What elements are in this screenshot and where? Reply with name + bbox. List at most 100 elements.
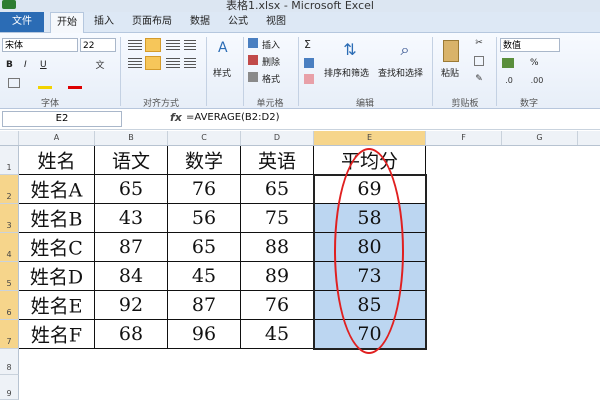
cell-a3[interactable]: 姓名B [19, 204, 95, 233]
wen-phonetic-icon[interactable]: 文 [94, 58, 106, 71]
row-header-6[interactable]: 6 [0, 291, 19, 320]
column-header-d[interactable]: D [241, 131, 314, 145]
column-header-a[interactable]: A [19, 131, 95, 145]
copy-icon[interactable] [474, 56, 484, 66]
cell-a7[interactable]: 姓名F [19, 320, 95, 349]
font-name-box[interactable]: 宋体 [2, 38, 78, 52]
row-header-8[interactable]: 8 [0, 349, 19, 375]
cell-c3[interactable]: 56 [168, 204, 241, 233]
cell-b2[interactable]: 65 [95, 175, 168, 204]
cell-d3[interactable]: 75 [241, 204, 314, 233]
italic-button[interactable]: I [24, 60, 27, 70]
delete-button[interactable]: 删除 [262, 55, 280, 68]
tab-file[interactable]: 文件 [0, 12, 44, 32]
cell-c7[interactable]: 96 [168, 320, 241, 349]
bold-button[interactable]: B [6, 60, 13, 70]
name-box[interactable]: E2 [2, 111, 122, 127]
cell-b1[interactable]: 语文 [95, 146, 168, 175]
tab-insert[interactable]: 插入 [90, 12, 118, 32]
insert-button[interactable]: 插入 [262, 38, 280, 51]
sort-filter-icon[interactable]: ⇅ [340, 40, 360, 62]
align-top-icon[interactable] [128, 40, 142, 50]
format-button[interactable]: 格式 [262, 72, 280, 85]
cell-d2[interactable]: 65 [241, 175, 314, 204]
align-bottom-icon[interactable] [166, 40, 180, 50]
align-center-icon[interactable] [145, 56, 161, 70]
decrease-decimal-icon[interactable]: .00 [530, 76, 544, 85]
cell-b5[interactable]: 84 [95, 262, 168, 291]
cell-b7[interactable]: 68 [95, 320, 168, 349]
cell-a4[interactable]: 姓名C [19, 233, 95, 262]
row-header-5[interactable]: 5 [0, 262, 19, 291]
number-format-box[interactable]: 数值 [500, 38, 560, 52]
row-header-1[interactable]: 1 [0, 146, 19, 175]
cell-a5[interactable]: 姓名D [19, 262, 95, 291]
cell-c4[interactable]: 65 [168, 233, 241, 262]
cell-b3[interactable]: 43 [95, 204, 168, 233]
cell-b4[interactable]: 87 [95, 233, 168, 262]
align-middle-icon[interactable] [145, 38, 161, 52]
styles-button[interactable]: 样式 [213, 66, 231, 79]
merge-icon[interactable] [184, 58, 196, 68]
column-header-g[interactable]: G [502, 131, 578, 145]
formula-input[interactable]: =AVERAGE(B2:D2) [186, 112, 279, 123]
borders-icon[interactable] [8, 78, 20, 88]
cell-d7[interactable]: 45 [241, 320, 314, 349]
cell-b6[interactable]: 92 [95, 291, 168, 320]
tab-formulas[interactable]: 公式 [224, 12, 252, 32]
fill-icon[interactable] [304, 58, 314, 68]
align-right-icon[interactable] [166, 58, 180, 68]
currency-icon[interactable] [502, 58, 514, 68]
cell-d4[interactable]: 88 [241, 233, 314, 262]
insert-function-icon[interactable]: fx [170, 111, 182, 124]
tab-home[interactable]: 开始 [50, 12, 84, 33]
increase-decimal-icon[interactable]: .0 [502, 76, 516, 85]
cell-value: 65 [118, 178, 144, 200]
column-header-e[interactable]: E [314, 131, 426, 145]
cell-c1[interactable]: 数学 [168, 146, 241, 175]
row-header-2[interactable]: 2 [0, 175, 19, 204]
row-header-4[interactable]: 4 [0, 233, 19, 262]
cell-c2[interactable]: 76 [168, 175, 241, 204]
format-painter-icon[interactable]: ✎ [474, 74, 484, 84]
cell-a1[interactable]: 姓名 [19, 146, 95, 175]
cell-d1[interactable]: 英语 [241, 146, 314, 175]
cell-c6[interactable]: 87 [168, 291, 241, 320]
font-color-icon[interactable] [68, 86, 82, 89]
delete-cells-icon[interactable] [248, 55, 258, 65]
clear-icon[interactable] [304, 74, 314, 84]
cell-a2[interactable]: 姓名A [19, 175, 95, 204]
cell-d5[interactable]: 89 [241, 262, 314, 291]
row-header-9[interactable]: 9 [0, 375, 19, 400]
tab-data[interactable]: 数据 [186, 12, 214, 32]
find-select-button[interactable]: 查找和选择 [378, 66, 423, 79]
tab-page-layout[interactable]: 页面布局 [128, 12, 176, 32]
cut-icon[interactable]: ✂ [474, 38, 484, 48]
find-select-icon[interactable]: ⌕ [395, 40, 415, 62]
underline-button[interactable]: U [40, 60, 47, 70]
column-header-b[interactable]: B [95, 131, 168, 145]
paste-button[interactable]: 粘贴 [441, 66, 459, 79]
tab-view[interactable]: 视图 [262, 12, 290, 32]
column-header-c[interactable]: C [168, 131, 241, 145]
percent-button[interactable]: % [530, 58, 539, 68]
orientation-icon[interactable] [184, 40, 196, 50]
format-cells-icon[interactable] [248, 72, 258, 82]
align-left-icon[interactable] [128, 58, 142, 68]
row-header-7[interactable]: 7 [0, 320, 19, 349]
insert-cells-icon[interactable] [248, 38, 258, 48]
select-all-corner[interactable] [0, 131, 19, 145]
font-size-box[interactable]: 22 [80, 38, 116, 52]
autosum-button[interactable]: Σ [304, 38, 311, 51]
fill-color-icon[interactable] [38, 86, 52, 89]
cell-value: 姓名F [30, 324, 83, 347]
sort-filter-button[interactable]: 排序和筛选 [324, 66, 369, 79]
cell-a6[interactable]: 姓名E [19, 291, 95, 320]
row-header-3[interactable]: 3 [0, 204, 19, 233]
cell-d6[interactable]: 76 [241, 291, 314, 320]
styles-icon[interactable]: A [218, 40, 228, 56]
column-header-f[interactable]: F [426, 131, 502, 145]
group-separator [432, 37, 433, 106]
paste-icon[interactable] [443, 40, 459, 62]
cell-c5[interactable]: 45 [168, 262, 241, 291]
